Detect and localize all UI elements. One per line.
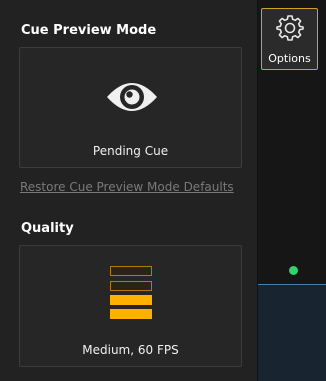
preview-mode-button[interactable]: Pending Cue — [19, 47, 242, 168]
quality-title: Quality — [21, 221, 74, 236]
status-indicator — [289, 266, 298, 275]
gear-icon — [276, 15, 304, 41]
quality-bar-4 — [110, 266, 152, 276]
quality-bar-3 — [110, 281, 152, 291]
options-label: Options — [268, 52, 311, 65]
quality-bar-2 — [110, 295, 152, 305]
restore-defaults-link[interactable]: Restore Cue Preview Mode Defaults — [20, 180, 234, 194]
quality-button[interactable]: Medium, 60 FPS — [19, 245, 242, 367]
eye-icon — [107, 83, 157, 111]
side-toolbar: Options — [258, 0, 326, 381]
quality-label: Medium, 60 FPS — [82, 343, 179, 357]
preview-mode-label: Pending Cue — [92, 144, 169, 158]
timeline-area[interactable] — [258, 284, 326, 381]
cue-preview-mode-title: Cue Preview Mode — [21, 23, 157, 38]
cue-preview-panel: Cue Preview Mode Pending Cue Restore Cue… — [0, 0, 258, 381]
options-button[interactable]: Options — [261, 8, 318, 70]
quality-bar-1 — [110, 309, 152, 319]
